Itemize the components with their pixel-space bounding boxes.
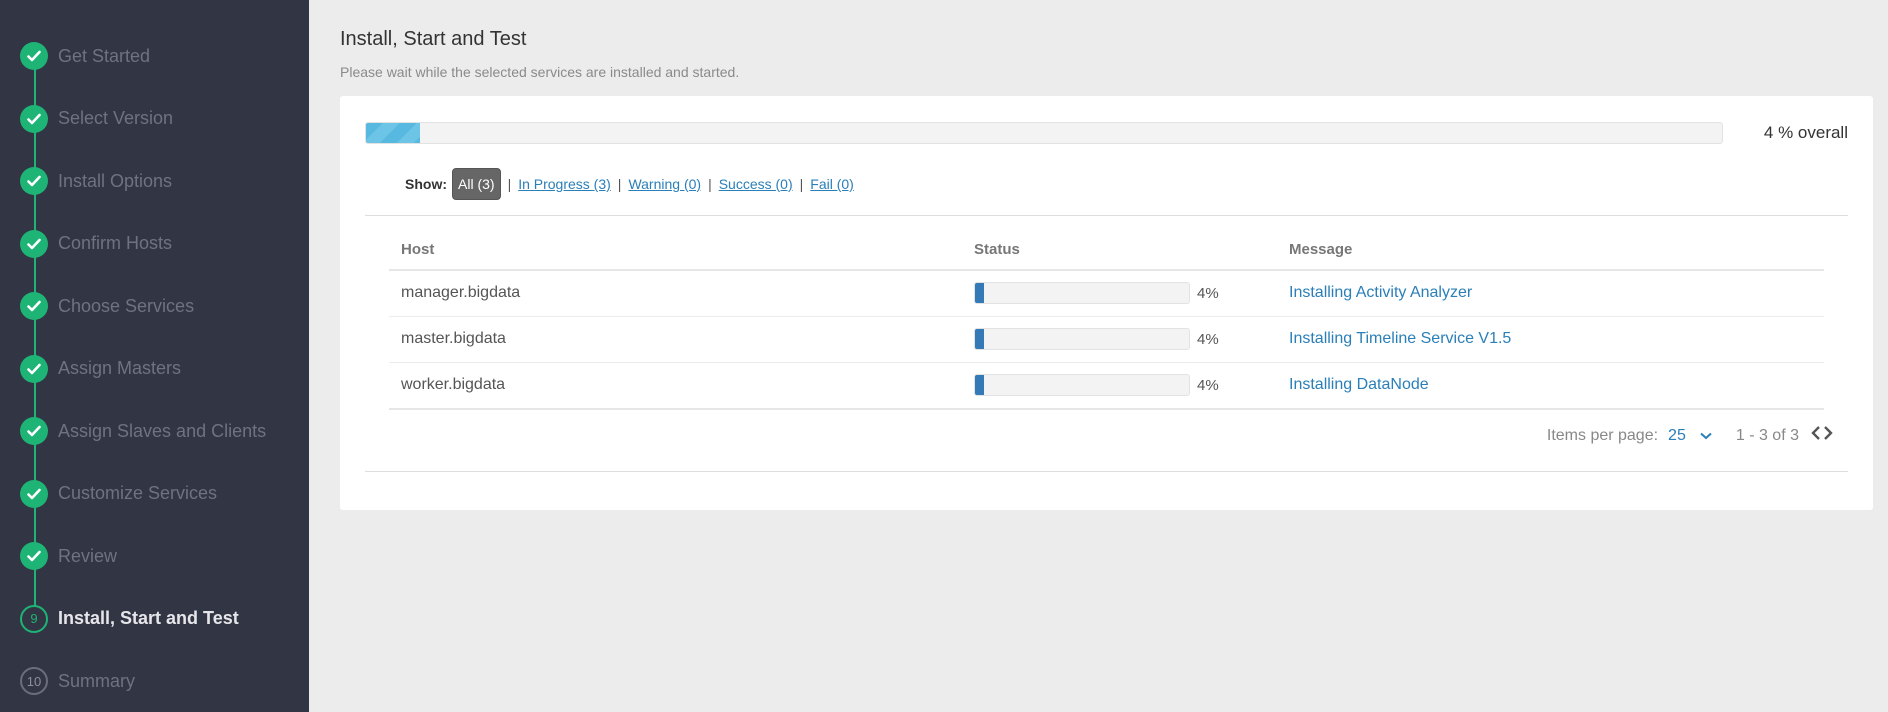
sidebar-step[interactable]: Choose Services (0, 286, 309, 326)
step-number: 10 (20, 667, 48, 695)
host-status: 4% (974, 328, 1219, 350)
sidebar-step[interactable]: Get Started (0, 36, 309, 76)
host-message-link[interactable]: Installing Timeline Service V1.5 (1289, 330, 1511, 348)
check-icon (20, 167, 48, 195)
sidebar-step[interactable]: Install Options (0, 161, 309, 201)
check-icon (20, 417, 48, 445)
sidebar-step-label: Assign Slaves and Clients (58, 420, 267, 441)
sidebar-step[interactable]: Select Version (0, 99, 309, 139)
host-message-link[interactable]: Installing Activity Analyzer (1289, 284, 1472, 302)
host-progress-bar (974, 374, 1190, 396)
steps-connector-line (34, 55, 36, 618)
filter-separator: | (617, 176, 622, 192)
main-content: Install, Start and Test Please wait whil… (309, 0, 1888, 712)
sidebar-step-label: Customize Services (58, 483, 218, 503)
host-progress-fill (975, 283, 984, 303)
host-name: manager.bigdata (401, 284, 521, 301)
divider (365, 471, 1848, 472)
sidebar-step-label: Install, Start and Test (58, 608, 239, 628)
sidebar-step[interactable]: Customize Services (0, 474, 309, 514)
chevron-left-icon[interactable] (1811, 426, 1821, 445)
step-number: 9 (20, 604, 48, 633)
host-progress-bar (974, 282, 1190, 304)
table-header: Host Status Message (389, 235, 1824, 271)
check-icon (20, 542, 48, 570)
check-icon (20, 479, 48, 508)
host-progress-fill (975, 329, 984, 349)
column-header-host: Host (401, 241, 435, 258)
sidebar-step[interactable]: Assign Slaves and Clients (0, 411, 309, 451)
sidebar-step[interactable]: Confirm Hosts (0, 224, 309, 264)
items-per-page-value: 25 (1668, 426, 1686, 444)
host-name: worker.bigdata (401, 376, 506, 393)
filter-separator: | (708, 176, 712, 192)
sidebar-step[interactable]: Review (0, 536, 309, 576)
host-progress-percent: 4% (1197, 330, 1219, 348)
sidebar-step-label: Select Version (58, 108, 174, 128)
table-row: manager.bigdata 4% Installing Activity Ana… (389, 271, 1824, 317)
filter-separator: | (799, 176, 804, 192)
pagination: Items per page: 25 1 - 3 of 3 (1547, 426, 1833, 445)
pagination-nav (1811, 426, 1833, 445)
overall-progress-bar (365, 122, 1723, 144)
host-progress-fill (975, 375, 984, 395)
sidebar-step-label: Get Started (58, 45, 151, 66)
host-progress-percent: 4% (1197, 376, 1219, 394)
check-icon (20, 104, 48, 133)
host-name: master.bigdata (401, 330, 506, 347)
table-row: worker.bigdata 4% Installing DataNode (389, 363, 1824, 410)
page-subtitle: Please wait while the selected services … (340, 64, 740, 80)
items-per-page-select[interactable]: 25 (1668, 427, 1712, 445)
sidebar-step-label: Assign Masters (58, 358, 182, 378)
sidebar-step-label: Summary (58, 670, 136, 691)
filter-success-link[interactable]: Success (0) (719, 176, 793, 192)
sidebar-step-label: Confirm Hosts (58, 233, 173, 253)
sidebar-step-label: Review (58, 545, 118, 566)
host-status: 4% (974, 374, 1219, 396)
wizard-sidebar: Get Started Select Version Install Options… (0, 0, 309, 712)
sidebar-step[interactable]: Assign Masters (0, 349, 309, 389)
check-icon (20, 42, 48, 70)
column-header-message: Message (1289, 241, 1353, 258)
install-card: 4 % overall Show: All (3) | In Progress … (340, 96, 1873, 510)
host-status: 4% (974, 282, 1219, 304)
sidebar-step[interactable]: 10 Summary (0, 661, 309, 701)
sidebar-step-label: Install Options (58, 170, 173, 191)
divider (365, 215, 1848, 216)
check-icon (20, 229, 48, 258)
sidebar-step[interactable]: 9 Install, Start and Test (0, 599, 309, 639)
filter-all-button[interactable]: All (3) (452, 168, 501, 200)
items-per-page-label: Items per page: (1546, 426, 1659, 444)
host-progress-percent: 4% (1197, 284, 1219, 302)
host-progress-bar (974, 328, 1190, 350)
check-icon (20, 354, 48, 383)
page-title: Install, Start and Test (340, 28, 527, 50)
pagination-range: 1 - 3 of 3 (1735, 426, 1799, 444)
sidebar-step-label: Choose Services (58, 295, 195, 316)
hosts-table: Host Status Message manager.bigdata 4% Ins… (389, 235, 1824, 410)
filter-warning-link[interactable]: Warning (0) (628, 176, 701, 192)
show-label: Show: (405, 176, 447, 192)
chevron-down-icon (1700, 427, 1712, 445)
filter-in-progress-link[interactable]: In Progress (3) (518, 176, 611, 192)
filter-separator: | (507, 176, 512, 192)
filter-fail-link[interactable]: Fail (0) (810, 176, 854, 192)
status-filter-bar: Show: All (3) | In Progress (3) | Warnin… (405, 168, 854, 200)
column-header-status: Status (974, 241, 1020, 258)
check-icon (20, 292, 48, 320)
table-row: master.bigdata 4% Installing Timeline Serv… (389, 317, 1824, 363)
chevron-right-icon[interactable] (1823, 426, 1833, 445)
overall-progress-fill (366, 123, 421, 143)
host-message-link[interactable]: Installing DataNode (1289, 376, 1429, 394)
overall-progress-text: 4 % overall (1763, 123, 1848, 142)
